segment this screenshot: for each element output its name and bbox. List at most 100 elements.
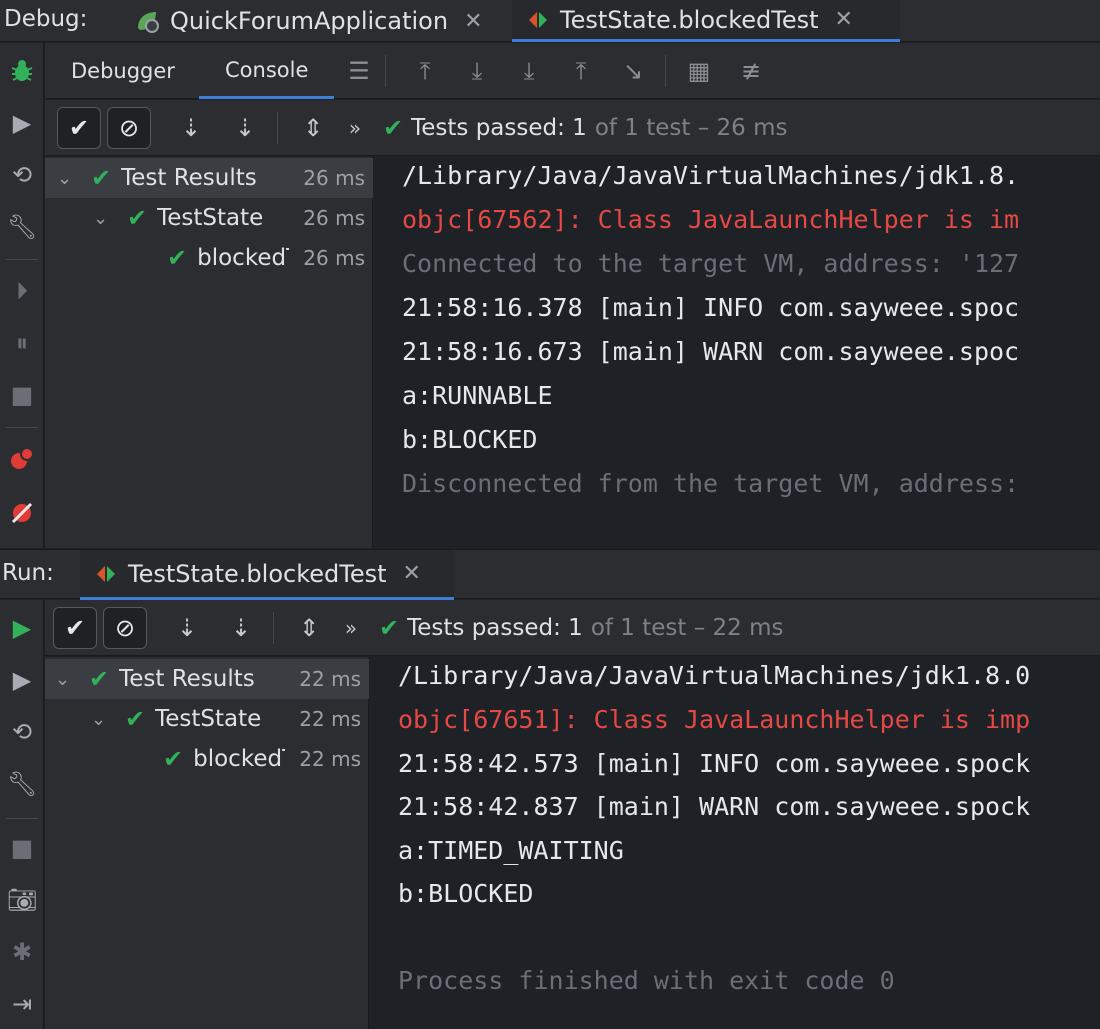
console-line: 21:58:16.378 [main] INFO com.sayweee.spo… — [402, 293, 1020, 322]
evaluate-expression-icon[interactable]: ▦ — [679, 43, 719, 99]
show-passed-button[interactable]: ✔ — [57, 107, 101, 149]
close-icon[interactable]: ✕ — [464, 9, 482, 34]
spring-boot-icon — [138, 12, 159, 33]
debug-console-output[interactable]: /Library/Java/JavaVirtualMachines/jdk1.8… — [374, 157, 1100, 548]
ignored-icon: ⊘ — [118, 114, 140, 142]
menu-icon[interactable]: ☰ — [339, 43, 379, 99]
chevron-down-icon[interactable]: ⌄ — [55, 669, 75, 690]
expand-all-icon[interactable]: ⇕ — [289, 607, 329, 649]
console-line: 21:58:42.573 [main] INFO com.sayweee.spo… — [398, 749, 1031, 778]
tree-node-teststate[interactable]: ⌄ ✔ TestState 22 ms — [45, 699, 369, 739]
console-line: Process finished with exit code 0 — [398, 966, 895, 995]
sort-alphabetically-icon[interactable]: ⇣ — [171, 107, 211, 149]
wrench-icon[interactable]: 🔧︎ — [4, 766, 40, 802]
console-line: 21:58:16.673 [main] WARN com.sayweee.spo… — [402, 337, 1020, 366]
camera-icon[interactable]: 📷︎ — [4, 882, 40, 918]
sort-alphabetically-icon[interactable]: ⇣ — [167, 607, 207, 649]
tests-passed-label: Tests passed: 1 — [407, 615, 583, 641]
rerun-icon[interactable]: ▶ — [4, 105, 40, 141]
tree-node-time: 26 ms — [303, 166, 365, 190]
run-test-toolbar: ✔ ⊘ ⇣ ⇣ ⇕ » ✔ Tests passed: 1 of 1 test … — [45, 600, 1100, 656]
divider — [6, 427, 38, 428]
console-line: b:BLOCKED — [398, 879, 534, 908]
debug-test-tree: ⌄ ✔ Test Results 26 ms ⌄ ✔ TestState 26 … — [45, 157, 373, 548]
tab-quickforumapplication[interactable]: QuickForumApplication ✕ — [120, 0, 497, 42]
close-icon[interactable]: ✕ — [403, 561, 421, 586]
tab-debugger[interactable]: Debugger — [45, 43, 201, 99]
tests-total-label: of 1 test – 22 ms — [590, 615, 784, 641]
divider — [385, 55, 386, 87]
passed-check-icon: ✔ — [379, 614, 400, 642]
run-console-output[interactable]: /Library/Java/JavaVirtualMachines/jdk1.8… — [370, 657, 1100, 1029]
tab-run-teststate-blockedtest[interactable]: TestState.blockedTest ✕ — [80, 550, 454, 600]
passed-check-icon: ✔ — [167, 244, 188, 272]
run-tool-window-header: Run: TestState.blockedTest ✕ — [0, 549, 1100, 600]
tree-node-label: Test Results — [119, 666, 255, 692]
passed-check-icon: ✔ — [127, 204, 148, 232]
console-line: /Library/Java/JavaVirtualMachines/jdk1.8… — [398, 661, 1031, 690]
debug-left-toolbar: ▶ ⟲ 🔧︎ ⏵ ⏸ ■ — [0, 43, 44, 548]
step-out-icon[interactable]: ⤒ — [561, 43, 601, 99]
check-icon: ✔ — [64, 614, 86, 642]
tree-node-time: 26 ms — [303, 246, 365, 270]
bug-icon[interactable] — [4, 53, 40, 89]
tree-node-test-results[interactable]: ⌄ ✔ Test Results 22 ms — [45, 659, 369, 699]
tree-node-blockedtest[interactable]: ✔ blockedTest 22 ms — [45, 739, 369, 779]
ignored-icon: ⊘ — [114, 614, 136, 642]
show-ignored-button[interactable]: ⊘ — [103, 607, 147, 649]
tab-teststate-blockedtest[interactable]: TestState.blockedTest ✕ — [512, 0, 900, 42]
wrench-icon[interactable]: 🔧︎ — [4, 209, 40, 245]
resume-icon[interactable]: ⏵ — [4, 273, 40, 309]
show-execution-point-icon[interactable]: ⤒ — [405, 43, 445, 99]
divider — [665, 55, 666, 87]
show-passed-button[interactable]: ✔ — [53, 607, 97, 649]
console-line: b:BLOCKED — [402, 425, 538, 454]
more-icon[interactable]: » — [335, 107, 375, 149]
tree-node-test-results[interactable]: ⌄ ✔ Test Results 26 ms — [45, 158, 373, 198]
restore-layout-icon[interactable]: ⟲ — [4, 157, 40, 193]
exit-icon[interactable]: ⇥ — [4, 986, 40, 1022]
step-into-icon[interactable]: ⤓ — [509, 43, 549, 99]
chevron-down-icon[interactable]: ⌄ — [91, 709, 111, 730]
test-status: ✔ Tests passed: 1 of 1 test – 22 ms — [379, 600, 784, 656]
tree-node-label: TestState — [155, 706, 262, 732]
rerun-failed-icon[interactable]: ▶ — [4, 662, 40, 698]
stop-icon[interactable]: ■ — [4, 830, 40, 866]
pause-icon[interactable]: ⏸ — [4, 325, 40, 361]
tree-node-time: 22 ms — [299, 747, 361, 771]
restore-layout-icon[interactable]: ⟲ — [4, 714, 40, 750]
console-line: objc[67651]: Class JavaLaunchHelper is i… — [398, 705, 1031, 734]
debug-tool-window-header: Debug: QuickForumApplication ✕ TestState… — [0, 0, 1100, 42]
debug-subtabs: Debugger Console ☰ ⤒ ⤓ ⤓ ⤒ ↘ ▦ ≢ — [45, 43, 1100, 99]
more-icon[interactable]: » — [331, 607, 371, 649]
chevron-down-icon[interactable]: ⌄ — [57, 168, 77, 189]
tree-node-label: TestState — [157, 205, 264, 231]
run-left-toolbar: ▶ ▶ ⟲ 🔧︎ ■ 📷︎ ✱ ⇥ — [0, 600, 44, 1029]
tree-node-blockedtest[interactable]: ✔ blockedTest 26 ms — [45, 238, 373, 278]
sort-by-duration-icon[interactable]: ⇣ — [225, 107, 265, 149]
expand-all-icon[interactable]: ⇕ — [293, 107, 333, 149]
tests-total-label: of 1 test – 26 ms — [594, 115, 788, 141]
close-icon[interactable]: ✕ — [835, 7, 853, 32]
trace-icon[interactable]: ≢ — [731, 43, 771, 99]
run-icon[interactable]: ▶ — [4, 610, 40, 646]
debug-test-toolbar: ✔ ⊘ ⇣ ⇣ ⇕ » ✔ Tests passed: 1 of 1 test … — [45, 100, 1100, 156]
chevron-down-icon[interactable]: ⌄ — [93, 208, 113, 229]
show-ignored-button[interactable]: ⊘ — [107, 107, 151, 149]
divider — [6, 818, 38, 819]
sort-by-duration-icon[interactable]: ⇣ — [221, 607, 261, 649]
stop-icon[interactable]: ■ — [4, 377, 40, 413]
tab-console[interactable]: Console — [199, 43, 335, 99]
check-icon: ✔ — [68, 114, 90, 142]
tree-node-teststate[interactable]: ⌄ ✔ TestState 26 ms — [45, 198, 373, 238]
tab-label: TestState.blockedTest — [128, 559, 387, 588]
mute-breakpoints-icon[interactable] — [4, 495, 40, 531]
view-breakpoints-icon[interactable] — [4, 441, 40, 477]
tab-console-label: Console — [225, 57, 309, 82]
step-over-icon[interactable]: ⤓ — [457, 43, 497, 99]
run-to-cursor-icon[interactable]: ↘ — [613, 43, 653, 99]
debug-bug-icon[interactable]: ✱ — [4, 934, 40, 970]
passed-check-icon: ✔ — [91, 164, 112, 192]
tests-passed-label: Tests passed: 1 — [411, 115, 587, 141]
run-label: Run: — [2, 560, 54, 586]
